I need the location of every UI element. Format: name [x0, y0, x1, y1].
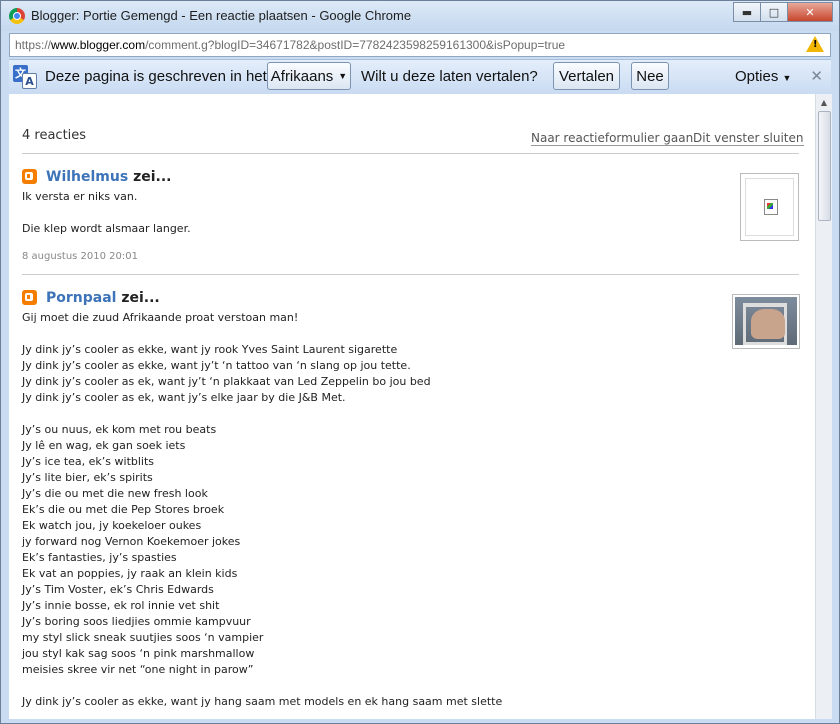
url-host: www.blogger.com: [51, 38, 146, 52]
url-text: https://www.blogger.com/comment.g?blogID…: [15, 38, 565, 52]
comment-line: Jy’s ice tea, ek’s witblits: [22, 455, 155, 468]
avatar[interactable]: [732, 294, 800, 349]
blogger-icon: [22, 290, 37, 305]
comment-line: Jy’s Tim Voster, ek’s Chris Edwards: [22, 583, 214, 596]
window-controls: ▬ □ ✕: [733, 2, 833, 22]
translate-bar: 文A Deze pagina is geschreven in het Afri…: [9, 59, 831, 95]
chevron-down-icon: ▼: [338, 71, 348, 81]
close-icon[interactable]: ✕: [810, 67, 823, 85]
comment-line: Die klep wordt alsmaar langer.: [22, 222, 191, 235]
divider: [22, 153, 799, 154]
comment-author: Wilhelmus zei...: [46, 169, 171, 185]
comment-line: Ek vat an poppies, jy raak an klein kids: [22, 567, 238, 580]
comment-line: Jy dink jy’s cooler as ek, want jy’t ‘n …: [22, 375, 431, 388]
address-bar[interactable]: https://www.blogger.com/comment.g?blogID…: [9, 33, 831, 57]
language-select[interactable]: Afrikaans ▼: [267, 62, 351, 90]
avatar[interactable]: [740, 173, 799, 241]
comment-line: Ek’s fantasties, jy’s spasties: [22, 551, 177, 564]
window-title: Blogger: Portie Gemengd - Een reactie pl…: [31, 8, 412, 23]
author-said: zei...: [116, 290, 160, 306]
translate-button[interactable]: Vertalen: [553, 62, 620, 90]
close-window-link[interactable]: Dit venster sluiten: [693, 131, 804, 146]
warning-icon[interactable]: !: [806, 36, 824, 52]
translate-question: Wilt u deze laten vertalen?: [361, 68, 538, 85]
author-link-pornpaal[interactable]: Pornpaal: [46, 290, 116, 306]
comment-line: Jy’s lite bier, ek’s spirits: [22, 471, 153, 484]
author-link-wilhelmus[interactable]: Wilhelmus: [46, 169, 128, 185]
scrollbar-thumb[interactable]: [818, 111, 831, 221]
comment-line: Ek’s die ou met die Pep Stores broek: [22, 503, 225, 516]
comment-line: jou styl kak sag soos ‘n pink marshmallo…: [22, 647, 255, 660]
options-menu[interactable]: Opties ▼: [735, 68, 791, 85]
blogger-icon: [22, 169, 37, 184]
comment-line: Jy lê en wag, ek gan soek iets: [22, 439, 186, 452]
close-button[interactable]: ✕: [787, 2, 833, 22]
comment-line: Jy dink jy’s cooler as ekke, want jy han…: [22, 695, 503, 708]
comment-line: Jy’s innie bosse, ek rol innie vet shit: [22, 599, 220, 612]
comment-line: jy forward nog Vernon Koekemoer jokes: [22, 535, 241, 548]
url-prefix: https://: [15, 38, 52, 52]
comment-line: Jy’s ou nuus, ek kom met rou beats: [22, 423, 217, 436]
chrome-icon: [9, 8, 25, 24]
comment-line: Gij moet die zuud Afrikaande proat verst…: [22, 311, 299, 324]
comment-line: meisies skree vir net “one night in paro…: [22, 663, 254, 676]
minimize-button[interactable]: ▬: [733, 2, 761, 22]
scroll-up-icon[interactable]: ▲: [816, 94, 832, 110]
comment-line: Jy’s die ou met die new fresh look: [22, 487, 208, 500]
comment-date[interactable]: 8 augustus 2010 20:01: [22, 251, 138, 262]
broken-image-icon: [764, 199, 778, 215]
comment-line: Jy dink jy’s cooler as ekke, want jy roo…: [22, 343, 398, 356]
no-button[interactable]: Nee: [631, 62, 669, 90]
author-said: zei...: [128, 169, 172, 185]
scrollbar[interactable]: ▲: [815, 94, 832, 719]
goto-form-link[interactable]: Naar reactieformulier gaan: [531, 131, 694, 146]
comment-line: Ik versta er niks van.: [22, 190, 138, 203]
page-content: 4 reacties Naar reactieformulier gaan Di…: [9, 94, 815, 719]
comment-line: Jy dink jy’s cooler as ekke, want jy’t ‘…: [22, 359, 411, 372]
comment-line: Ek watch jou, jy koekeloer oukes: [22, 519, 202, 532]
comment-line: Jy’s boring soos liedjies ommie kampvuur: [22, 615, 251, 628]
language-value: Afrikaans: [270, 67, 334, 85]
browser-window: Blogger: Portie Gemengd - Een reactie pl…: [0, 0, 840, 724]
translate-icon: 文A: [13, 65, 37, 89]
comment-line: my styl slick sneak suutjies soos ‘n vam…: [22, 631, 264, 644]
maximize-button[interactable]: □: [760, 2, 788, 22]
avatar-photo: [735, 297, 797, 345]
title-bar[interactable]: Blogger: Portie Gemengd - Een reactie pl…: [1, 1, 839, 31]
options-label: Opties: [735, 68, 779, 85]
url-path: /comment.g?blogID=34671782&postID=778242…: [145, 38, 566, 52]
translate-prompt: Deze pagina is geschreven in het: [45, 68, 267, 85]
comment-author: Pornpaal zei...: [46, 290, 160, 306]
comment-count: 4 reacties: [22, 128, 87, 143]
comment-line: Jy dink jy’s cooler as ek, want jy’s elk…: [22, 391, 346, 404]
divider: [22, 274, 799, 275]
chevron-down-icon: ▼: [782, 73, 792, 83]
